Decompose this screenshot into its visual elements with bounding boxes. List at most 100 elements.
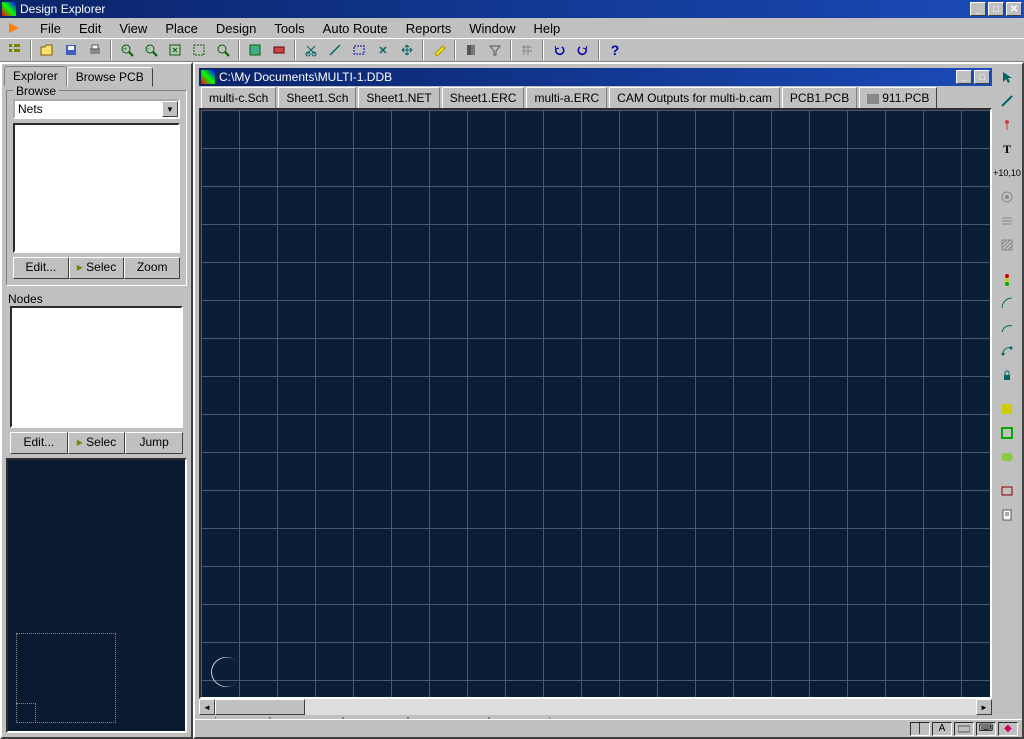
edit-button-2[interactable]: Edit... — [10, 432, 68, 454]
menu-place[interactable]: Place — [157, 19, 206, 38]
rtool-pin-icon[interactable] — [996, 114, 1018, 136]
scroll-track[interactable] — [215, 699, 976, 715]
save-icon[interactable] — [60, 40, 82, 60]
browse-group-label: Browse — [13, 84, 59, 98]
undo-icon[interactable] — [548, 40, 570, 60]
print-icon[interactable] — [84, 40, 106, 60]
document-window: C:\My Documents\MULTI-1.DDB _ □ multi-c.… — [199, 68, 992, 733]
tree-icon[interactable] — [4, 40, 26, 60]
rtool-report-icon[interactable] — [996, 504, 1018, 526]
status-eraser-icon[interactable]: ◆ — [998, 722, 1018, 736]
doctab-1[interactable]: Sheet1.Sch — [278, 87, 356, 108]
rtool-polygon-icon[interactable] — [996, 446, 1018, 468]
scroll-right-button[interactable]: ► — [976, 699, 992, 715]
menu-logo-icon — [6, 20, 22, 36]
rtool-traffic-icon[interactable] — [996, 268, 1018, 290]
status-keyboard-icon[interactable]: ⌨ — [976, 722, 996, 736]
zoom-out-icon[interactable]: - — [140, 40, 162, 60]
zoom-region-icon[interactable] — [188, 40, 210, 60]
open-icon[interactable] — [36, 40, 58, 60]
pcb-canvas[interactable] — [199, 108, 992, 699]
menu-help[interactable]: Help — [526, 19, 569, 38]
menu-autoroute[interactable]: Auto Route — [315, 19, 396, 38]
dropdown-arrow-icon[interactable]: ▼ — [162, 101, 178, 117]
rect-icon[interactable] — [348, 40, 370, 60]
doctab-5[interactable]: CAM Outputs for multi-b.cam — [609, 87, 780, 108]
doctab-6[interactable]: PCB1.PCB — [782, 87, 857, 108]
select-button-2[interactable]: ▸ Selec — [68, 432, 126, 454]
rtool-via-icon[interactable] — [996, 186, 1018, 208]
menu-reports[interactable]: Reports — [398, 19, 460, 38]
scroll-left-button[interactable]: ◄ — [199, 699, 215, 715]
rtool-lock-icon[interactable] — [996, 364, 1018, 386]
browse-combo[interactable]: Nets ▼ — [13, 99, 180, 119]
component-icon[interactable] — [268, 40, 290, 60]
status-tool-icon[interactable] — [954, 722, 974, 736]
rtool-arrow-icon[interactable] — [996, 66, 1018, 88]
zoom-fit-icon[interactable] — [164, 40, 186, 60]
grid-icon[interactable] — [516, 40, 538, 60]
cut-icon[interactable] — [300, 40, 322, 60]
doctab-0[interactable]: multi-c.Sch — [201, 87, 276, 108]
horizontal-scrollbar[interactable]: ◄ ► — [199, 699, 992, 715]
doc-minimize-button[interactable]: _ — [956, 70, 972, 84]
browse-listbox[interactable] — [13, 123, 180, 253]
doctab-4[interactable]: multi-a.ERC — [526, 87, 607, 108]
highlight-icon[interactable] — [428, 40, 450, 60]
doctab-2[interactable]: Sheet1.NET — [358, 87, 439, 108]
rtool-line-icon[interactable] — [996, 90, 1018, 112]
pcb-preview[interactable] — [6, 458, 187, 733]
scroll-thumb[interactable] — [215, 699, 305, 715]
rtool-arc2-icon[interactable] — [996, 316, 1018, 338]
jump-button[interactable]: Jump — [125, 432, 183, 454]
edit-button-1[interactable]: Edit... — [13, 257, 69, 279]
doctab-3[interactable]: Sheet1.ERC — [442, 87, 525, 108]
menu-view[interactable]: View — [111, 19, 155, 38]
doctab-7[interactable]: 911.PCB — [859, 87, 937, 109]
rtool-fill-icon[interactable] — [996, 398, 1018, 420]
maximize-button[interactable]: □ — [988, 2, 1004, 16]
document-title: C:\My Documents\MULTI-1.DDB — [219, 70, 956, 84]
menu-design[interactable]: Design — [208, 19, 264, 38]
nodes-listbox[interactable] — [10, 306, 183, 428]
left-panel: Explorer Browse PCB Browse Nets ▼ Edit..… — [0, 62, 193, 739]
menu-file[interactable]: File — [32, 19, 69, 38]
menu-window[interactable]: Window — [461, 19, 523, 38]
rtool-text-icon[interactable]: T — [996, 138, 1018, 160]
rtool-arc1-icon[interactable] — [996, 292, 1018, 314]
cross-icon[interactable] — [372, 40, 394, 60]
minimize-button[interactable]: _ — [970, 2, 986, 16]
select-button-1[interactable]: ▸ Selec — [69, 257, 125, 279]
rtool-room-icon[interactable] — [996, 422, 1018, 444]
right-toolbar: T +10,10 — [996, 66, 1020, 735]
browse-group: Browse Nets ▼ Edit... ▸ Selec Zoom — [6, 90, 187, 286]
statusbar: │ A ⌨ ◆ — [195, 719, 1022, 737]
tab-explorer[interactable]: Explorer — [4, 66, 67, 86]
select-icon[interactable] — [244, 40, 266, 60]
tab-browse-pcb[interactable]: Browse PCB — [67, 67, 153, 87]
zoom-button[interactable]: Zoom — [124, 257, 180, 279]
line-icon[interactable] — [324, 40, 346, 60]
rtool-arc3-icon[interactable] — [996, 340, 1018, 362]
nodes-label: Nodes — [4, 288, 189, 306]
app-title: Design Explorer — [20, 2, 970, 16]
rtool-hatch-icon[interactable] — [996, 234, 1018, 256]
doc-maximize-button[interactable]: □ — [974, 70, 990, 84]
rtool-design-icon[interactable] — [996, 480, 1018, 502]
menu-edit[interactable]: Edit — [71, 19, 109, 38]
document-icon — [201, 70, 215, 84]
rtool-pad-icon[interactable] — [996, 210, 1018, 232]
book-icon[interactable] — [460, 40, 482, 60]
move-icon[interactable] — [396, 40, 418, 60]
filter-icon[interactable] — [484, 40, 506, 60]
zoom-in-icon[interactable]: + — [116, 40, 138, 60]
zoom-icon[interactable] — [212, 40, 234, 60]
rtool-dimension-icon[interactable]: +10,10 — [996, 162, 1018, 184]
redo-icon[interactable] — [572, 40, 594, 60]
canvas-grid — [201, 110, 990, 697]
status-mode[interactable]: A — [932, 722, 952, 736]
titlebar: Design Explorer _ □ ✕ — [0, 0, 1024, 18]
help-icon[interactable]: ? — [604, 40, 626, 60]
menu-tools[interactable]: Tools — [266, 19, 312, 38]
close-button[interactable]: ✕ — [1006, 2, 1022, 16]
